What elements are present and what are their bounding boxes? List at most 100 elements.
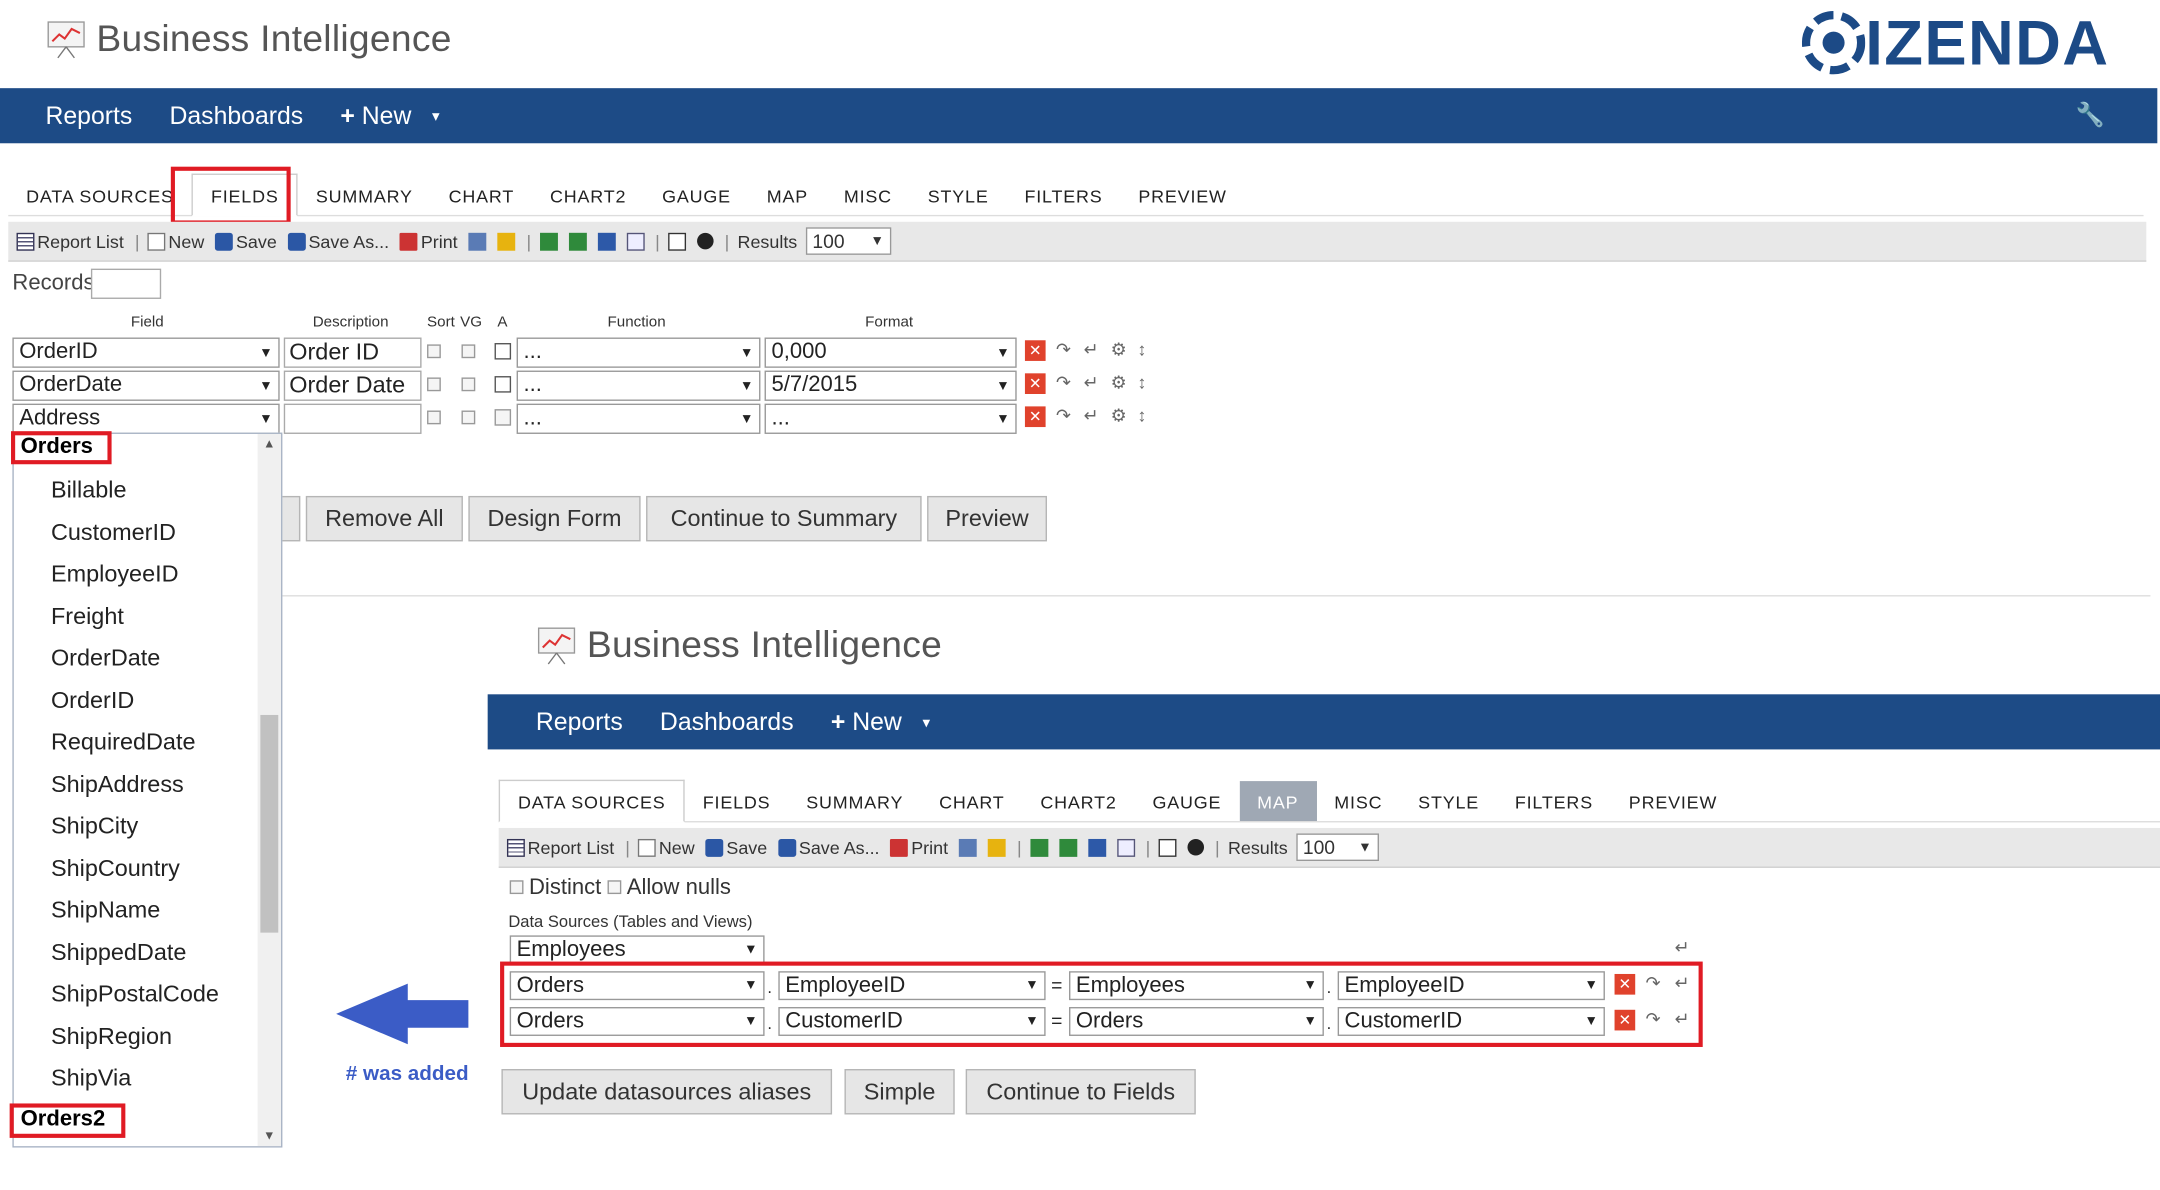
dropdown-scrollbar[interactable]: ▲ ▼: [257, 433, 282, 1147]
preview-button[interactable]: Preview: [927, 495, 1047, 542]
tab-preview[interactable]: PREVIEW: [1120, 175, 1244, 215]
main-table-select[interactable]: Employees ▼: [509, 935, 765, 965]
design-form-button[interactable]: Design Form: [468, 495, 641, 542]
nav-dashboards[interactable]: Dashboards: [169, 101, 303, 130]
function-select[interactable]: ... ▼: [516, 370, 761, 401]
report-list-button[interactable]: Report List: [16, 231, 124, 251]
list-item[interactable]: ShippedDate: [51, 940, 186, 968]
list-item[interactable]: ShipCountry: [51, 855, 180, 883]
gear-icon[interactable]: [1187, 838, 1205, 856]
scrollbar-thumb[interactable]: [260, 714, 279, 933]
nav-new[interactable]: + New: [340, 101, 411, 130]
vg-checkbox[interactable]: [461, 410, 476, 425]
field-select[interactable]: Address ▼: [12, 403, 280, 434]
list-item[interactable]: ShipAddress: [51, 771, 184, 799]
list-item[interactable]: Billable: [51, 477, 127, 505]
format-select[interactable]: 5/7/2015 ▼: [764, 370, 1017, 401]
update-datasources-aliases-button[interactable]: Update datasources aliases: [501, 1069, 833, 1115]
scroll-up-icon[interactable]: ▲: [263, 437, 275, 451]
document-export-icon[interactable]: [626, 232, 645, 251]
field-select[interactable]: OrderID ▼: [12, 337, 280, 368]
print-button[interactable]: Print: [400, 231, 458, 251]
save-as-button[interactable]: Save As...: [778, 837, 880, 858]
vg-checkbox[interactable]: [461, 344, 476, 359]
tab-filters[interactable]: FILTERS: [1497, 781, 1611, 821]
wrench-icon[interactable]: 🔧: [2076, 102, 2105, 130]
tab-map[interactable]: MAP: [1239, 781, 1317, 822]
tab-chart[interactable]: CHART: [921, 781, 1022, 821]
report-list-button[interactable]: Report List: [506, 837, 614, 858]
simple-button[interactable]: Simple: [844, 1069, 955, 1115]
caret-down-icon[interactable]: ▾: [922, 713, 930, 731]
word-export-icon[interactable]: [597, 232, 616, 251]
caret-down-icon[interactable]: ▾: [432, 107, 440, 125]
sort-checkbox[interactable]: [427, 410, 441, 425]
list-item[interactable]: Freight: [51, 603, 124, 631]
a-checkbox[interactable]: [494, 376, 512, 393]
sort-checkbox[interactable]: [427, 344, 441, 359]
save-button[interactable]: Save: [215, 231, 277, 251]
nav-reports[interactable]: Reports: [45, 101, 132, 130]
continue-to-fields-button[interactable]: Continue to Fields: [965, 1069, 1196, 1115]
list-item[interactable]: OrderID: [51, 687, 134, 715]
save-as-button[interactable]: Save As...: [287, 231, 389, 251]
function-select[interactable]: ... ▼: [516, 337, 761, 368]
tab-summary[interactable]: SUMMARY: [788, 781, 921, 821]
description-input[interactable]: Order Date: [283, 370, 422, 401]
format-select[interactable]: ... ▼: [764, 403, 1017, 434]
list-item[interactable]: ShipVia: [51, 1065, 131, 1093]
html-export-icon[interactable]: [468, 232, 487, 251]
allow-nulls-checkbox[interactable]: [607, 880, 622, 895]
email-icon[interactable]: [1158, 838, 1177, 857]
bi-logo[interactable]: Business Intelligence: [44, 17, 452, 61]
tab-map[interactable]: MAP: [749, 175, 826, 215]
field-select[interactable]: OrderDate ▼: [12, 370, 280, 401]
a-checkbox[interactable]: [494, 409, 512, 426]
sort-checkbox[interactable]: [427, 377, 441, 392]
nav-dashboards[interactable]: Dashboards: [660, 707, 794, 736]
move-down-icon[interactable]: ↵: [1081, 373, 1100, 392]
print-button[interactable]: Print: [890, 837, 948, 858]
list-item[interactable]: ShipRegion: [51, 1024, 172, 1052]
list-item[interactable]: CustomerID: [51, 519, 176, 547]
delete-icon[interactable]: ✕: [1024, 340, 1046, 361]
tab-chart[interactable]: CHART: [431, 175, 532, 215]
delete-icon[interactable]: ✕: [1024, 406, 1046, 428]
excel-export-icon[interactable]: [568, 232, 587, 251]
description-input[interactable]: Order ID: [283, 337, 422, 368]
tab-chart2[interactable]: CHART2: [1022, 781, 1134, 821]
continue-to-summary-button[interactable]: Continue to Summary: [646, 495, 922, 542]
list-item[interactable]: ShipPostalCode: [51, 981, 219, 1009]
move-up-icon[interactable]: ↷: [1054, 406, 1073, 425]
list-item[interactable]: OrderDate: [51, 645, 160, 673]
records-input[interactable]: [90, 268, 162, 299]
html-export-icon[interactable]: [959, 838, 977, 857]
drag-handle-icon[interactable]: ↕: [1132, 406, 1151, 425]
tab-misc[interactable]: MISC: [826, 175, 910, 215]
save-button[interactable]: Save: [705, 837, 767, 858]
tab-filters[interactable]: FILTERS: [1007, 175, 1121, 215]
move-up-icon[interactable]: ↷: [1054, 373, 1073, 392]
sql-icon[interactable]: [497, 232, 516, 251]
new-button[interactable]: New: [147, 231, 204, 251]
drag-handle-icon[interactable]: ↕: [1132, 340, 1151, 359]
function-select[interactable]: ... ▼: [516, 403, 761, 434]
tab-misc[interactable]: MISC: [1316, 781, 1400, 821]
list-item[interactable]: ShipCity: [51, 813, 138, 841]
scroll-down-icon[interactable]: ▼: [263, 1128, 275, 1142]
settings-icon[interactable]: ⚙: [1109, 340, 1128, 359]
tab-summary[interactable]: SUMMARY: [298, 175, 431, 215]
tab-chart2[interactable]: CHART2: [532, 175, 644, 215]
excel-export-icon[interactable]: [1058, 838, 1077, 857]
tab-preview[interactable]: PREVIEW: [1611, 781, 1735, 821]
csv-export-icon[interactable]: [1029, 838, 1048, 857]
word-export-icon[interactable]: [1087, 838, 1106, 857]
tab-data-sources[interactable]: DATA SOURCES: [8, 175, 191, 215]
nav-new[interactable]: + New: [831, 707, 902, 736]
drag-handle-icon[interactable]: ↕: [1132, 373, 1151, 392]
move-down-icon[interactable]: ↵: [1081, 406, 1100, 425]
document-export-icon[interactable]: [1116, 838, 1135, 857]
field-dropdown-list[interactable]: Orders Billable CustomerID EmployeeID Fr…: [12, 432, 283, 1148]
new-button[interactable]: New: [638, 837, 695, 858]
settings-icon[interactable]: ⚙: [1109, 406, 1128, 425]
